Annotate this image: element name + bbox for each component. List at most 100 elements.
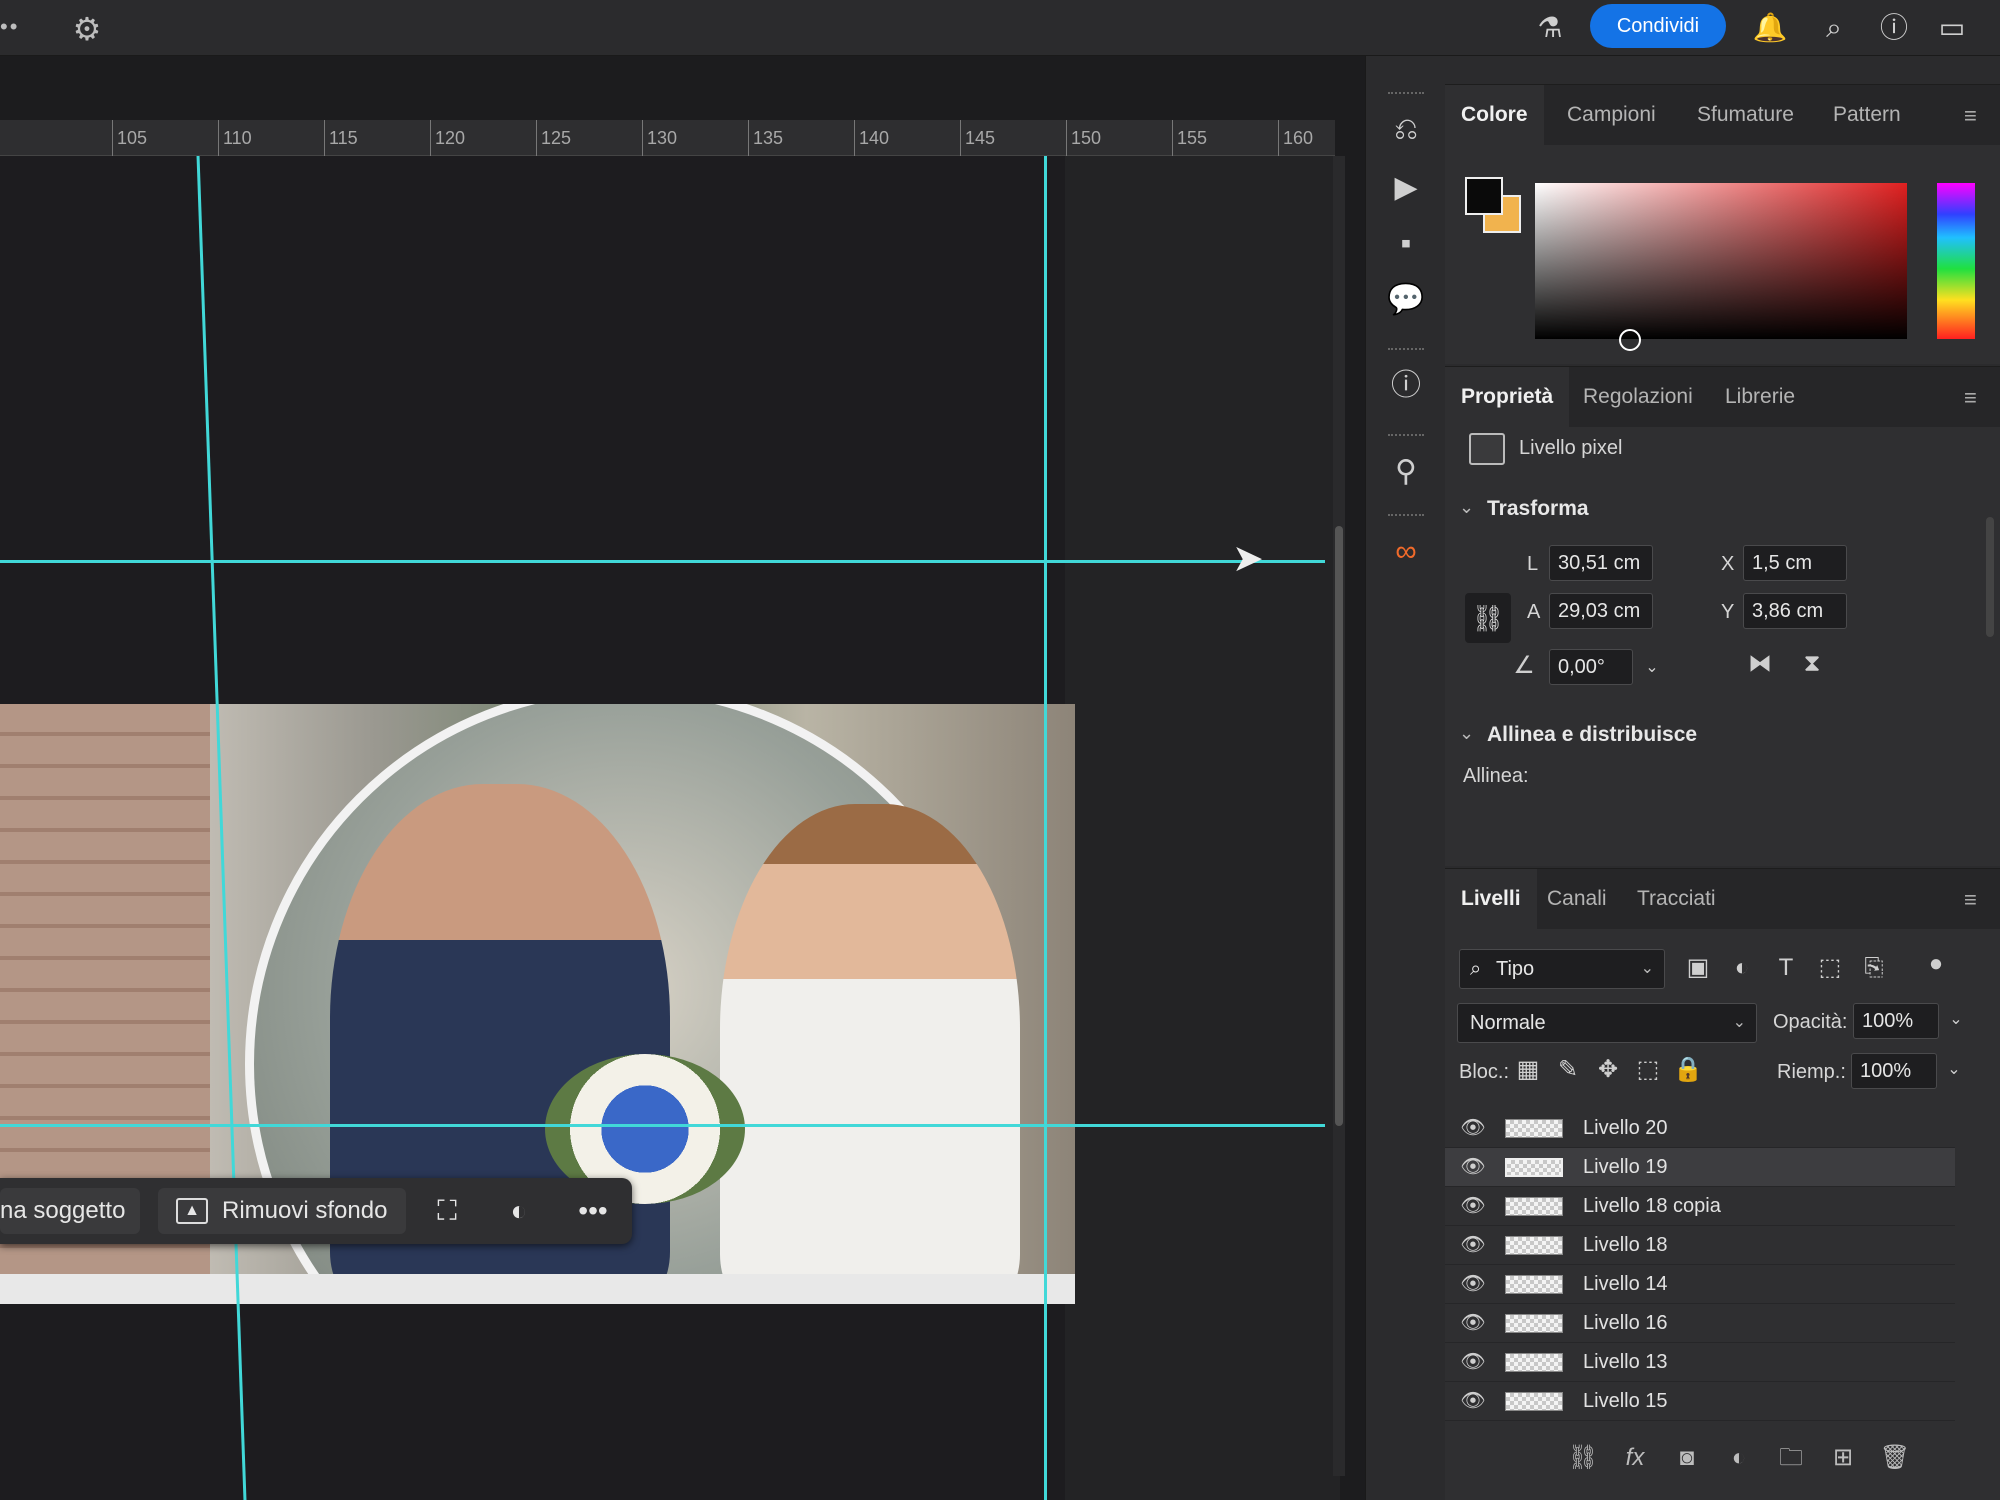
link-dimensions-button[interactable]: ⛓ — [1465, 593, 1511, 643]
tab-livelli[interactable]: Livelli — [1445, 869, 1537, 929]
angle-field[interactable]: 0,00° — [1549, 649, 1633, 685]
layer-row[interactable]: 👁 Livello 18 copia — [1445, 1187, 1955, 1226]
grip-handle[interactable] — [1388, 434, 1424, 438]
history-icon[interactable]: ⎌ — [1384, 108, 1428, 152]
visibility-eye-icon[interactable]: 👁 — [1459, 1390, 1487, 1412]
visibility-eye-icon[interactable]: 👁 — [1459, 1312, 1487, 1334]
layer-row[interactable]: 👁 Livello 18 — [1445, 1226, 1955, 1265]
align-section-title[interactable]: Allinea e distribuisce — [1487, 723, 1697, 747]
fill-field[interactable]: 100% — [1851, 1053, 1937, 1089]
flip-horizontal-icon[interactable]: ⧓ — [1743, 647, 1777, 681]
y-position-field[interactable]: 3,86 cm — [1743, 593, 1847, 629]
transform-section-title[interactable]: Trasforma — [1487, 497, 1589, 521]
layer-row[interactable]: 👁 Livello 13 — [1445, 1343, 1955, 1382]
color-picker-field[interactable] — [1535, 183, 1907, 351]
tab-librerie[interactable]: Librerie — [1709, 367, 1811, 427]
lock-artboard-icon[interactable]: ⬚ — [1631, 1053, 1665, 1087]
filter-adjustment-icon[interactable]: ◐ — [1725, 951, 1759, 985]
transform-icon[interactable]: ⛶ — [424, 1188, 470, 1234]
tab-pattern[interactable]: Pattern — [1817, 85, 1917, 145]
flask-icon[interactable]: ⚗ — [1532, 10, 1568, 46]
gear-icon[interactable]: ⚙ — [70, 12, 104, 46]
search-icon[interactable]: ⌕ — [1816, 10, 1852, 46]
width-field[interactable]: 30,51 cm — [1549, 545, 1653, 581]
tab-regolazioni[interactable]: Regolazioni — [1567, 367, 1709, 427]
grip-handle[interactable] — [1388, 348, 1424, 352]
grip-handle[interactable] — [1388, 514, 1424, 518]
panel-menu-icon[interactable]: ≡ — [1964, 103, 1986, 129]
comments-icon[interactable]: 💬 — [1384, 278, 1428, 322]
panel-menu-icon[interactable]: ≡ — [1964, 385, 1986, 411]
filter-shape-icon[interactable]: ⬚ — [1813, 951, 1847, 985]
grip-handle[interactable] — [1388, 92, 1424, 96]
horizontal-guide[interactable] — [0, 560, 1325, 563]
opacity-field[interactable]: 100% — [1853, 1003, 1939, 1039]
vertical-guide[interactable] — [1044, 156, 1047, 1500]
share-button[interactable]: Condividi — [1590, 4, 1726, 48]
layer-row[interactable]: 👁 Livello 20 — [1445, 1109, 1955, 1148]
document-canvas[interactable]: na soggetto ▲ Rimuovi sfondo ⛶ ◐ ••• ➤ — [0, 156, 1340, 1500]
lock-transparent-icon[interactable]: ▦ — [1511, 1053, 1545, 1087]
folder-icon[interactable]: 🗀 — [1773, 1440, 1809, 1476]
blend-mode-dropdown[interactable]: Normale ⌄ — [1457, 1003, 1757, 1043]
lock-all-icon[interactable]: 🔒 — [1671, 1053, 1705, 1087]
hue-slider[interactable] — [1937, 183, 1975, 339]
tab-sfumature[interactable]: Sfumature — [1681, 85, 1810, 145]
color-picker-handle[interactable] — [1619, 329, 1641, 351]
window-icon[interactable]: ▭ — [1934, 10, 1970, 46]
menu-dots-icon[interactable]: •• — [0, 14, 24, 40]
panel-scrollbar[interactable] — [1986, 517, 1994, 637]
adjustment-layer-icon[interactable]: ◐ — [1721, 1440, 1757, 1476]
horizontal-guide[interactable] — [0, 1124, 1325, 1127]
plugin-icon[interactable]: ▪ — [1384, 222, 1428, 266]
foreground-color-swatch[interactable] — [1465, 177, 1503, 215]
lock-move-icon[interactable]: ✥ — [1591, 1053, 1625, 1087]
actions-play-icon[interactable]: ▶ — [1384, 166, 1428, 210]
chevron-down-icon[interactable]: ⌄ — [1635, 651, 1669, 685]
tab-colore[interactable]: Colore — [1445, 85, 1544, 145]
more-options-button[interactable]: ••• — [570, 1188, 616, 1234]
channels-mixer-icon[interactable]: ⚲ — [1384, 450, 1428, 494]
chevron-down-icon[interactable]: ⌄ — [1937, 1053, 1971, 1087]
x-position-field[interactable]: 1,5 cm — [1743, 545, 1847, 581]
chevron-down-icon[interactable]: ⌄ — [1459, 723, 1474, 744]
remove-background-button[interactable]: ▲ Rimuovi sfondo — [158, 1188, 406, 1234]
scrollbar-thumb[interactable] — [1335, 526, 1343, 1126]
help-icon[interactable]: ⓘ — [1876, 10, 1912, 46]
layer-row[interactable]: 👁 Livello 14 — [1445, 1265, 1955, 1304]
filter-smart-object-icon[interactable]: ⎘ — [1857, 951, 1891, 985]
trash-icon[interactable]: 🗑 — [1877, 1440, 1913, 1476]
chevron-down-icon[interactable]: ⌄ — [1939, 1003, 1973, 1037]
panel-menu-icon[interactable]: ≡ — [1964, 887, 1986, 913]
layer-row[interactable]: 👁 Livello 19 — [1445, 1148, 1955, 1187]
select-subject-button[interactable]: na soggetto — [0, 1188, 140, 1234]
layer-row[interactable]: 👁 Livello 16 — [1445, 1304, 1955, 1343]
bell-icon[interactable]: 🔔 — [1752, 10, 1788, 46]
lock-brush-icon[interactable]: ✎ — [1551, 1053, 1585, 1087]
filter-pixel-icon[interactable]: ▣ — [1681, 951, 1715, 985]
fx-icon[interactable]: fx — [1617, 1440, 1653, 1476]
height-field[interactable]: 29,03 cm — [1549, 593, 1653, 629]
filter-toggle-icon[interactable]: ● — [1919, 947, 1953, 981]
adjustment-icon[interactable]: ◐ — [496, 1188, 542, 1234]
info-icon[interactable]: ⓘ — [1384, 364, 1428, 408]
tab-canali[interactable]: Canali — [1531, 869, 1623, 929]
visibility-eye-icon[interactable]: 👁 — [1459, 1195, 1487, 1217]
canvas-scrollbar[interactable] — [1333, 156, 1345, 1476]
add-mask-icon[interactable]: ◙ — [1669, 1440, 1705, 1476]
tab-proprieta[interactable]: Proprietà — [1445, 367, 1570, 427]
visibility-eye-icon[interactable]: 👁 — [1459, 1156, 1487, 1178]
layer-filter-dropdown[interactable]: ⌕ Tipo ⌄ — [1459, 949, 1665, 989]
horizontal-ruler[interactable]: 105 110 115 120 125 130 135 140 145 150 … — [0, 120, 1335, 156]
tab-tracciati[interactable]: Tracciati — [1621, 869, 1732, 929]
flip-vertical-icon[interactable]: ⧗ — [1795, 647, 1829, 681]
visibility-eye-icon[interactable]: 👁 — [1459, 1273, 1487, 1295]
link-layers-icon[interactable]: ⛓ — [1565, 1440, 1601, 1476]
tab-campioni[interactable]: Campioni — [1551, 85, 1672, 145]
new-layer-icon[interactable]: ⊞ — [1825, 1440, 1861, 1476]
creative-cloud-icon[interactable]: ∞ — [1384, 530, 1428, 574]
layer-row[interactable]: 👁 Livello 15 — [1445, 1382, 1955, 1421]
visibility-eye-icon[interactable]: 👁 — [1459, 1234, 1487, 1256]
chevron-down-icon[interactable]: ⌄ — [1459, 497, 1474, 518]
filter-type-icon[interactable]: T — [1769, 951, 1803, 985]
